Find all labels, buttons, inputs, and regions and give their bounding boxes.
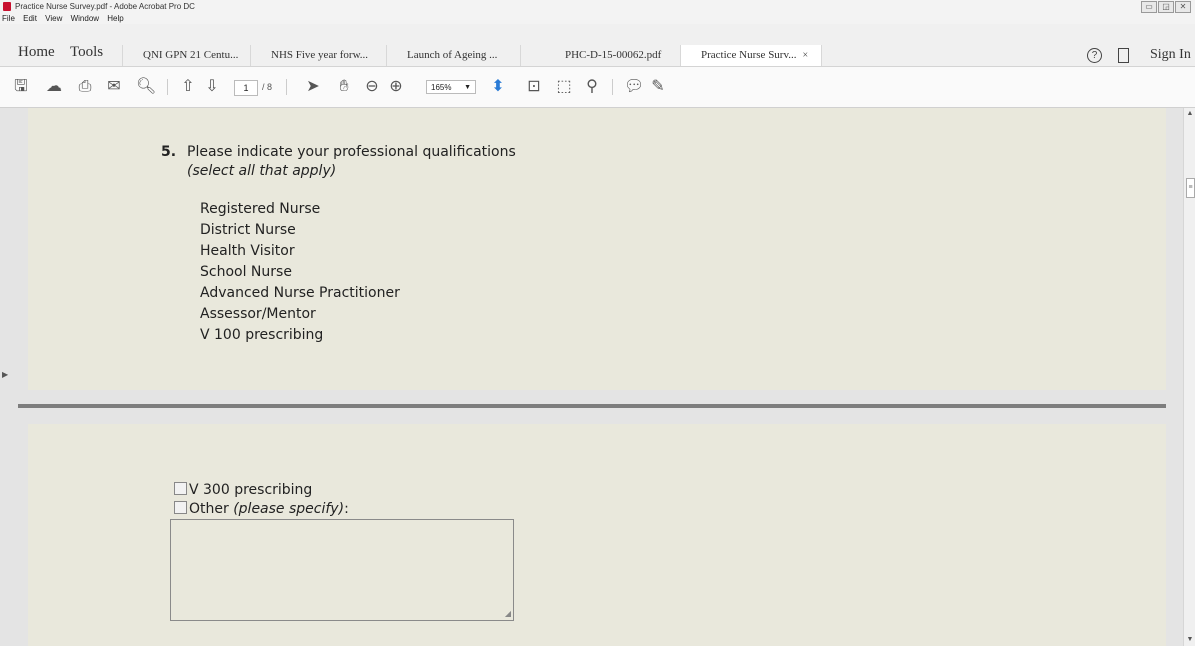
tab-doc-phc[interactable]: PHC-D-15-00062.pdf [520,45,680,66]
zoom-out-icon[interactable]: ⊖ [364,77,380,97]
zoom-select[interactable]: 165% ▼ [426,80,476,94]
minimize-button[interactable]: ▭ [1141,1,1157,13]
menu-view[interactable]: View [45,14,62,23]
other-option-row: Other (please specify): [174,501,349,517]
fit-width-icon[interactable]: ⬍ [490,77,506,97]
page-divider [18,404,1166,408]
close-window-button[interactable]: ✕ [1175,1,1191,13]
toolbar-divider [167,79,168,95]
other-colon: : [344,501,349,517]
list-item: Health Visitor [200,243,295,259]
question-hint: (select all that apply) [187,163,337,179]
vertical-scrollbar[interactable]: ▲ ≡ ▼ [1183,108,1195,646]
tab-doc-nhs[interactable]: NHS Five year forw... [250,45,386,66]
comment-icon[interactable]: 💬︎ [624,77,644,97]
tab-doc-label: PHC-D-15-00062.pdf [565,49,662,61]
zoom-value: 165% [431,83,452,92]
list-item: District Nurse [200,222,296,238]
pen-icon[interactable]: ✎ [650,77,666,97]
tab-doc-label: Practice Nurse Surv... [701,49,797,61]
list-item: V 100 prescribing [200,327,324,343]
sign-in-link[interactable]: Sign In [1150,47,1191,63]
list-item: Assessor/Mentor [200,306,316,322]
list-item: Advanced Nurse Practitioner [200,285,400,301]
question-number: 5. [161,144,177,160]
tab-tools[interactable]: Tools [70,44,103,61]
zoom-in-icon[interactable]: ⊕ [388,77,404,97]
tab-doc-ageing[interactable]: Launch of Ageing ... [386,45,520,66]
window-controls: ▭ ◲ ✕ [1141,1,1191,13]
tab-doc-practice-nurse[interactable]: Practice Nurse Surv... × [680,45,822,66]
scroll-down-icon[interactable]: ▼ [1184,634,1195,646]
tab-doc-label: NHS Five year forw... [271,49,369,61]
acrobat-app-icon [3,2,11,11]
other-hint: (please specify) [233,501,345,517]
other-checkbox[interactable] [174,501,187,514]
print-icon[interactable]: ⎙ [77,77,93,97]
pdf-page-2: V 300 prescribing Other (please specify)… [28,424,1166,646]
tab-doc-label: Launch of Ageing ... [407,49,498,61]
menu-file[interactable]: File [2,14,15,23]
stamp-icon[interactable]: ⚲ [584,77,600,97]
email-icon[interactable]: ✉ [106,77,122,97]
menu-bar: File Edit View Window Help [0,13,1195,24]
list-item: Registered Nurse [200,201,321,217]
pdf-page-1: 5. Please indicate your professional qua… [28,108,1166,390]
left-panel-toggle-icon[interactable]: ▶ [2,370,8,379]
help-icon[interactable]: ? [1087,48,1102,63]
page-total: / 8 [262,82,273,92]
maximize-button[interactable]: ◲ [1158,1,1174,13]
other-specify-textarea[interactable]: ◢ [170,519,514,621]
next-page-icon[interactable]: ⇩ [204,77,220,97]
save-icon[interactable]: 🖫 [14,77,28,97]
document-viewport[interactable]: 5. Please indicate your professional qua… [0,108,1183,646]
hand-icon[interactable]: ✋︎ [336,77,352,97]
question-text: Please indicate your professional qualif… [187,144,516,160]
window-title: Practice Nurse Survey.pdf - Adobe Acroba… [15,2,195,11]
upload-icon[interactable]: ☁ [46,77,62,97]
toolbar: 🖫 ☁ ⎙ ✉ 🔍︎ ⇧ ⇩ 1 / 8 ➤ ✋︎ ⊖ ⊕ 165% ▼ ⬍ ⊡ … [0,67,1195,108]
prev-page-icon[interactable]: ⇧ [180,77,196,97]
resize-grip-icon[interactable]: ◢ [505,609,511,618]
page-number-input[interactable]: 1 [234,80,258,96]
title-bar: Practice Nurse Survey.pdf - Adobe Acroba… [0,0,1195,13]
other-label: Other [189,501,234,517]
v300-checkbox[interactable] [174,482,187,495]
list-item: School Nurse [200,264,292,280]
chevron-down-icon: ▼ [464,84,471,91]
qualification-options: Registered Nurse District Nurse Health V… [200,199,400,346]
tab-home[interactable]: Home [18,44,55,61]
v300-label: V 300 prescribing [189,482,313,498]
menu-edit[interactable]: Edit [23,14,37,23]
menu-window[interactable]: Window [71,14,99,23]
v300-option-row: V 300 prescribing [174,482,312,498]
scroll-up-icon[interactable]: ▲ [1184,108,1195,120]
toolbar-divider [612,79,613,95]
mobile-link-icon[interactable] [1118,48,1129,63]
scroll-thumb[interactable]: ≡ [1186,178,1195,198]
search-icon[interactable]: 🔍︎ [136,77,156,97]
tab-doc-qni[interactable]: QNI GPN 21 Centu... [122,45,250,66]
tab-doc-label: QNI GPN 21 Centu... [143,49,239,61]
fit-page-icon[interactable]: ⊡ [526,77,542,97]
select-arrow-icon[interactable]: ➤ [306,77,320,97]
toolbar-divider [286,79,287,95]
close-tab-icon[interactable]: × [803,50,809,61]
menu-help[interactable]: Help [107,14,123,23]
fullscreen-icon[interactable]: ⬚ [556,77,572,97]
